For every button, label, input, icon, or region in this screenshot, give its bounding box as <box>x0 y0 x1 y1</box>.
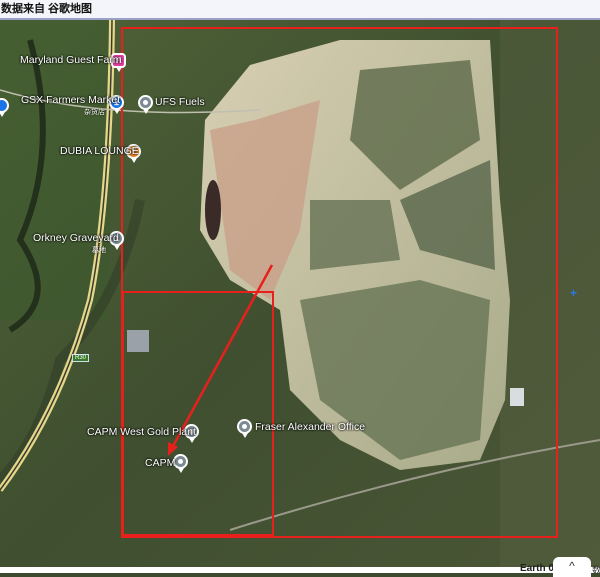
place-label-fraser[interactable]: Fraser Alexander Office <box>255 421 365 433</box>
title-bar: 数据来自 谷歌地图 <box>0 0 600 20</box>
expand-chevron-button[interactable]: ^ <box>553 557 591 577</box>
svg-text:+: + <box>570 286 577 300</box>
place-label-ufs[interactable]: UFS Fuels <box>155 96 205 108</box>
place-label-dubia[interactable]: DUBIA LOUNGE <box>60 145 139 157</box>
place-label-gsx[interactable]: GSX Farmers Market <box>21 94 120 106</box>
place-label-maryland[interactable]: Maryland Guest Farm <box>20 54 122 66</box>
place-sublabel-orkney: 墓地 <box>92 247 106 254</box>
map-footer <box>0 567 600 573</box>
place-label-orkney[interactable]: Orkney Graveyard <box>33 232 119 244</box>
footer-cut-text: 数 <box>592 565 600 575</box>
place-label-capm-west[interactable]: CAPM West Gold Plant <box>87 426 196 438</box>
place-label-capm[interactable]: CAPM <box>145 457 175 469</box>
place-sublabel-gsx: 杂货店 <box>84 109 105 116</box>
road-shield: R30 <box>72 354 90 362</box>
satellite-map[interactable]: + H Maryland Guest Farm ⊻ GSX Farmers Ma… <box>0 20 600 567</box>
chevron-up-icon: ^ <box>569 559 575 573</box>
place-icon[interactable] <box>237 419 252 438</box>
attribution: Earth 0 <box>520 563 554 574</box>
place-icon[interactable] <box>138 95 153 114</box>
